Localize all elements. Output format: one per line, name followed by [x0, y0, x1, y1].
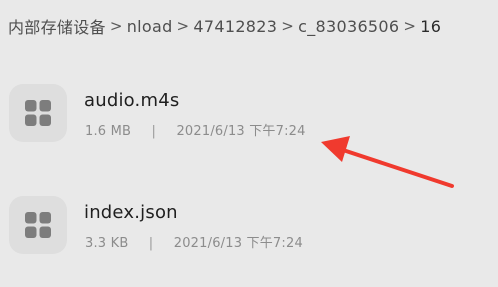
file-browser-screen: 内部存储设备 > nload > 47412823 > c_83036506 >… — [0, 0, 498, 287]
file-date: 2021/6/13 下午7:24 — [173, 236, 303, 251]
file-size: 3.3 KB — [85, 236, 129, 251]
file-grid-icon — [9, 196, 67, 254]
breadcrumb-item-current[interactable]: 16 — [420, 17, 441, 36]
file-list-item-index[interactable]: index.json 3.3 KB | 2021/6/13 下午7:24 — [0, 190, 498, 260]
file-date: 2021/6/13 下午7:24 — [176, 124, 306, 139]
breadcrumb-item-nload[interactable]: nload — [127, 17, 173, 36]
meta-separator: | — [151, 124, 157, 139]
breadcrumb-separator: > — [403, 17, 417, 35]
breadcrumb: 内部存储设备 > nload > 47412823 > c_83036506 >… — [8, 14, 441, 38]
breadcrumb-separator: > — [281, 17, 295, 35]
file-name: audio.m4s — [84, 90, 180, 111]
file-meta: 1.6 MB | 2021/6/13 下午7:24 — [85, 120, 306, 139]
file-list-item-audio[interactable]: audio.m4s 1.6 MB | 2021/6/13 下午7:24 — [0, 78, 498, 148]
breadcrumb-item-c-83036506[interactable]: c_83036506 — [298, 17, 399, 36]
breadcrumb-item-root[interactable]: 内部存储设备 — [8, 14, 106, 38]
file-grid-icon — [9, 84, 67, 142]
file-size: 1.6 MB — [85, 124, 132, 139]
file-name: index.json — [84, 202, 178, 223]
breadcrumb-separator: > — [176, 17, 190, 35]
meta-separator: | — [148, 236, 154, 251]
file-meta: 3.3 KB | 2021/6/13 下午7:24 — [85, 232, 303, 251]
breadcrumb-separator: > — [109, 17, 123, 35]
breadcrumb-item-47412823[interactable]: 47412823 — [193, 17, 277, 36]
